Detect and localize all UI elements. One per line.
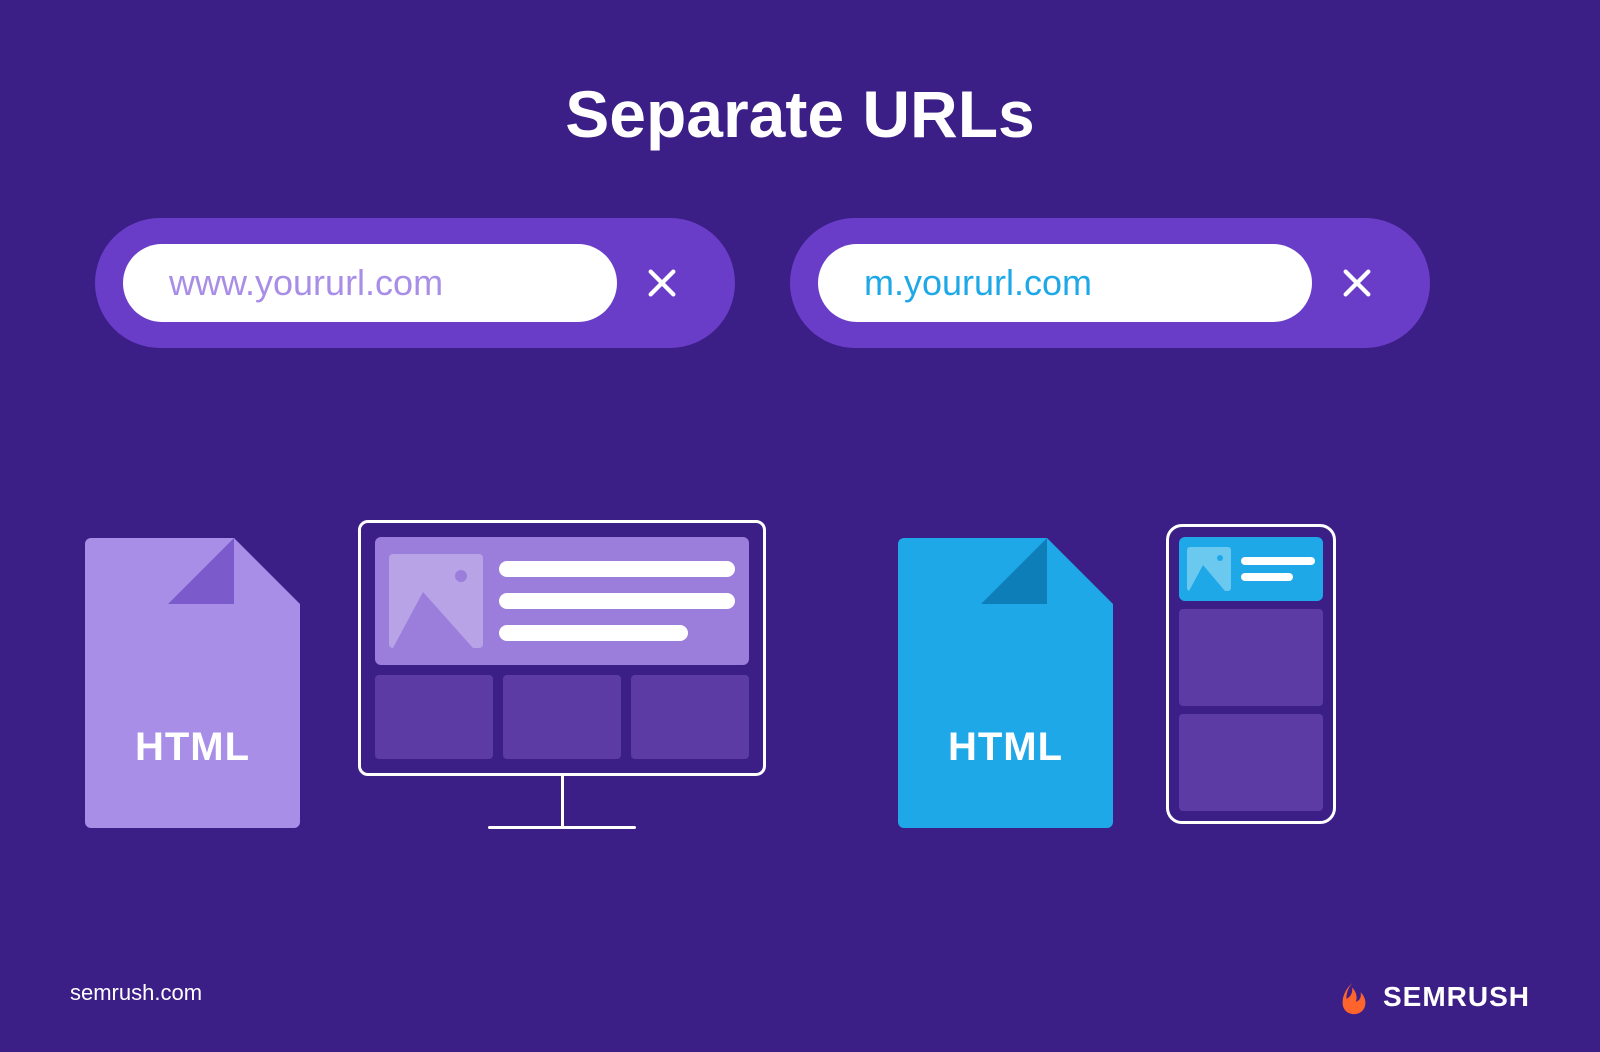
brand-logo: SEMRUSH	[1335, 978, 1530, 1016]
mobile-phone-icon	[1166, 524, 1336, 824]
desktop-monitor-icon	[358, 520, 766, 860]
url-pill-desktop: www.yoururl.com	[123, 244, 617, 322]
url-pill-mobile: m.yoururl.com	[818, 244, 1312, 322]
semrush-flame-icon	[1335, 978, 1373, 1016]
phone-card	[1179, 609, 1323, 706]
file-fold-icon	[1047, 538, 1113, 604]
text-lines-icon	[1241, 557, 1315, 581]
image-placeholder-icon	[1187, 547, 1231, 591]
monitor-hero	[375, 537, 749, 665]
file-label: HTML	[85, 725, 300, 770]
phone-hero	[1179, 537, 1323, 601]
html-file-mobile: HTML	[898, 538, 1113, 828]
close-icon	[1312, 266, 1402, 300]
file-label: HTML	[898, 725, 1113, 770]
brand-name: SEMRUSH	[1383, 981, 1530, 1013]
diagram-title: Separate URLs	[0, 76, 1600, 152]
text-lines-icon	[499, 561, 735, 641]
url-bar-mobile: m.yoururl.com	[790, 218, 1430, 348]
monitor-screen	[358, 520, 766, 776]
monitor-cards	[375, 675, 749, 759]
url-bar-desktop: www.yoururl.com	[95, 218, 735, 348]
footer-site: semrush.com	[70, 980, 202, 1006]
html-file-desktop: HTML	[85, 538, 300, 828]
file-fold-icon	[234, 538, 300, 604]
image-placeholder-icon	[389, 554, 483, 648]
devices-row: HTML HTML	[0, 500, 1600, 880]
phone-card	[1179, 714, 1323, 811]
close-icon	[617, 266, 707, 300]
